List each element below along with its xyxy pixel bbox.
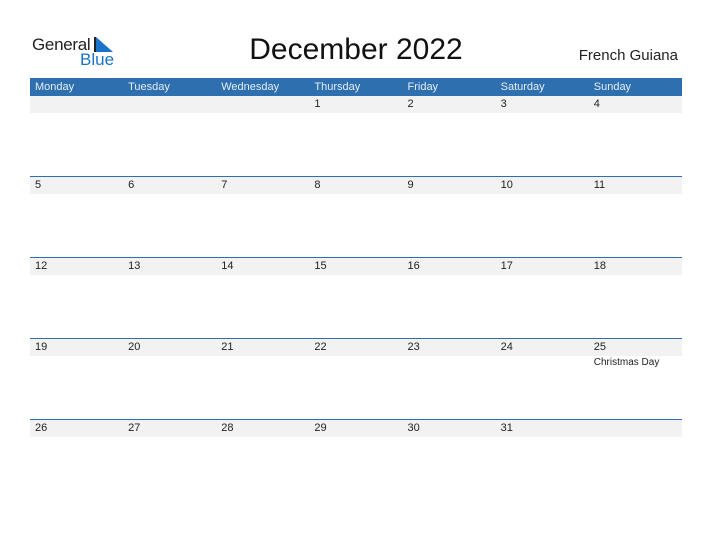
day-cell: 26 bbox=[30, 420, 123, 500]
holiday-label: Christmas Day bbox=[593, 357, 660, 368]
day-number bbox=[128, 96, 216, 113]
day-number: 18 bbox=[593, 260, 606, 272]
weekday-friday: Friday bbox=[407, 81, 439, 93]
day-number: 8 bbox=[314, 179, 321, 191]
day-number: 5 bbox=[35, 179, 42, 191]
weekday-monday: Monday bbox=[35, 81, 75, 93]
weekday-tuesday: Tuesday bbox=[128, 81, 170, 93]
day-number: 10 bbox=[500, 179, 513, 191]
day-number: 29 bbox=[314, 422, 327, 434]
day-cell: 7 bbox=[216, 177, 309, 257]
day-number: 3 bbox=[500, 98, 507, 110]
day-number: 7 bbox=[221, 179, 228, 191]
day-cell: 6 bbox=[123, 177, 216, 257]
day-cell: 29 bbox=[309, 420, 402, 500]
day-number: 21 bbox=[221, 341, 234, 353]
day-cell: 8 bbox=[309, 177, 402, 257]
day-number: 13 bbox=[128, 260, 141, 272]
day-cell: 16 bbox=[403, 258, 496, 338]
day-number: 16 bbox=[407, 260, 420, 272]
day-number: 12 bbox=[35, 260, 48, 272]
day-cell: 25 Christmas Day bbox=[589, 339, 682, 419]
day-number: 25 bbox=[593, 341, 606, 353]
day-number: 14 bbox=[221, 260, 234, 272]
week-row: 19 20 21 22 23 24 25 Christmas Day bbox=[30, 338, 682, 419]
weekday-thursday: Thursday bbox=[314, 81, 361, 93]
day-number: 17 bbox=[500, 260, 513, 272]
weekday-saturday: Saturday bbox=[500, 81, 545, 93]
day-cell: 23 bbox=[403, 339, 496, 419]
day-cell: 31 bbox=[496, 420, 589, 500]
day-cell: 12 bbox=[30, 258, 123, 338]
day-cell: 10 bbox=[496, 177, 589, 257]
day-number: 27 bbox=[128, 422, 141, 434]
day-cell: 13 bbox=[123, 258, 216, 338]
day-number: 22 bbox=[314, 341, 327, 353]
day-cell: 24 bbox=[496, 339, 589, 419]
day-number: 15 bbox=[314, 260, 327, 272]
day-cell: 20 bbox=[123, 339, 216, 419]
day-number: 30 bbox=[407, 422, 420, 434]
day-number: 2 bbox=[407, 98, 414, 110]
day-number: 6 bbox=[128, 179, 135, 191]
day-cell bbox=[589, 420, 682, 500]
day-cell: 15 bbox=[309, 258, 402, 338]
day-number bbox=[221, 96, 309, 113]
day-cell: 17 bbox=[496, 258, 589, 338]
day-number: 19 bbox=[35, 341, 48, 353]
day-number: 24 bbox=[500, 341, 513, 353]
day-number: 11 bbox=[593, 179, 606, 191]
day-cell: 30 bbox=[403, 420, 496, 500]
day-cell: 1 bbox=[309, 96, 402, 176]
weekday-wednesday: Wednesday bbox=[221, 81, 280, 93]
week-row: 5 6 7 8 9 10 11 bbox=[30, 176, 682, 257]
weekday-header: Monday Tuesday Wednesday Thursday Friday Satu… bbox=[30, 78, 682, 96]
day-cell: 9 bbox=[403, 177, 496, 257]
day-cell: 22 bbox=[309, 339, 402, 419]
day-number: 26 bbox=[35, 422, 48, 434]
day-number: 23 bbox=[407, 341, 420, 353]
day-number: 9 bbox=[407, 179, 414, 191]
day-cell bbox=[216, 96, 309, 176]
day-number: 1 bbox=[314, 98, 321, 110]
week-row: 12 13 14 15 16 17 18 bbox=[30, 257, 682, 338]
weekday-sunday: Sunday bbox=[593, 81, 632, 93]
country-label: French Guiana bbox=[578, 47, 678, 64]
day-cell: 21 bbox=[216, 339, 309, 419]
day-cell: 28 bbox=[216, 420, 309, 500]
day-cell: 18 bbox=[589, 258, 682, 338]
day-cell: 4 bbox=[589, 96, 682, 176]
day-cell: 27 bbox=[123, 420, 216, 500]
day-cell: 5 bbox=[30, 177, 123, 257]
day-cell: 19 bbox=[30, 339, 123, 419]
day-number: 28 bbox=[221, 422, 234, 434]
day-cell: 11 bbox=[589, 177, 682, 257]
day-cell bbox=[30, 96, 123, 176]
day-number bbox=[35, 96, 123, 113]
day-number: 20 bbox=[128, 341, 141, 353]
day-number bbox=[594, 420, 682, 437]
week-row: 1 2 3 4 bbox=[30, 96, 682, 176]
day-cell: 2 bbox=[403, 96, 496, 176]
day-number: 31 bbox=[500, 422, 513, 434]
day-number: 4 bbox=[593, 98, 600, 110]
week-row: 26 27 28 29 30 31 bbox=[30, 419, 682, 500]
day-cell bbox=[123, 96, 216, 176]
day-cell: 14 bbox=[216, 258, 309, 338]
day-cell: 3 bbox=[496, 96, 589, 176]
